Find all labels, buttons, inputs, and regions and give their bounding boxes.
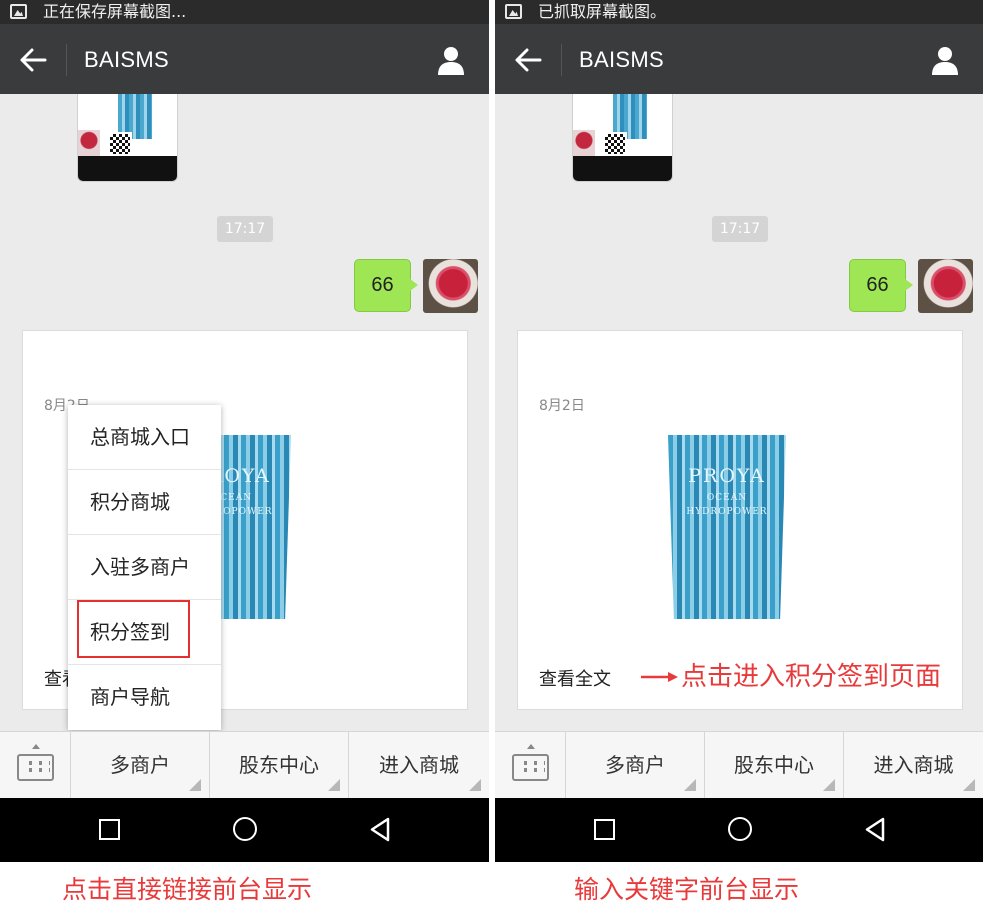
status-text: 已抓取屏幕截图。 — [538, 2, 667, 21]
keyboard-icon — [512, 754, 549, 781]
menu-button-label: 股东中心 — [239, 753, 319, 777]
submenu-corner-icon — [684, 779, 696, 791]
right-caption: 输入关键字前台显示 — [574, 875, 800, 904]
back-arrow-icon[interactable] — [18, 46, 48, 74]
right-phone-screen: 已抓取屏幕截图。 BAISMS 17:17 66 8月2日 PROYA OCEA… — [495, 0, 983, 862]
submenu-corner-icon — [823, 779, 835, 791]
thumbnail-black-band — [573, 156, 672, 181]
menu-button-shareholder-center[interactable]: 股东中心 — [705, 732, 844, 799]
sent-message-bubble[interactable]: 66 — [849, 259, 913, 312]
keyboard-arrow-icon — [527, 744, 535, 749]
thumbnail-black-band — [78, 156, 177, 181]
product-brand: PROYA — [688, 465, 766, 487]
left-caption: 点击直接链接前台显示 — [62, 875, 313, 904]
custom-menu-bar: 多商户 股东中心 进入商城 — [495, 731, 983, 799]
menu-button-shareholder-center[interactable]: 股东中心 — [210, 732, 349, 799]
menu-item-points-mall[interactable]: 积分商城 — [68, 470, 221, 535]
highlight-box — [77, 600, 190, 658]
menu-item-join-merchants[interactable]: 入驻多商户 — [68, 535, 221, 600]
keyboard-arrow-icon — [32, 744, 40, 749]
article-card[interactable]: 8月2日 PROYA OCEAN HYDROPOWER 查看全文 点击进入积分签… — [517, 330, 963, 710]
back-arrow-icon[interactable] — [513, 46, 543, 74]
menu-button-enter-mall[interactable]: 进入商城 — [349, 732, 489, 799]
nav-home-icon[interactable] — [728, 817, 752, 841]
keyboard-toggle[interactable] — [495, 732, 566, 799]
menu-button-enter-mall[interactable]: 进入商城 — [844, 732, 983, 799]
product-brand-sub: OCEAN HYDROPOWER — [686, 493, 768, 517]
submenu-corner-icon — [963, 779, 975, 791]
menu-button-label: 多商户 — [605, 753, 665, 777]
person-icon[interactable] — [929, 44, 961, 76]
android-nav-bar — [0, 798, 489, 862]
article-date: 8月2日 — [539, 398, 585, 414]
timestamp-badge: 17:17 — [712, 216, 768, 242]
submenu-corner-icon — [469, 779, 481, 791]
status-bar: 正在保存屏幕截图... — [0, 0, 489, 24]
title-bar: BAISMS — [0, 24, 489, 94]
menu-item-merchant-nav[interactable]: 商户导航 — [68, 665, 221, 730]
title-separator — [66, 44, 67, 76]
qr-code — [108, 132, 132, 156]
article-product-image — [668, 435, 786, 619]
title-separator — [561, 44, 562, 76]
keyboard-toggle[interactable] — [0, 732, 71, 799]
menu-button-label: 进入商城 — [379, 753, 459, 777]
menu-button-label: 多商户 — [110, 753, 170, 777]
avatar[interactable] — [918, 259, 973, 313]
shared-image-thumbnail[interactable] — [77, 94, 178, 182]
status-bar: 已抓取屏幕截图。 — [495, 0, 983, 24]
android-nav-bar — [495, 798, 983, 862]
image-icon — [10, 4, 27, 19]
status-text: 正在保存屏幕截图... — [43, 2, 187, 21]
nav-recent-icon[interactable] — [99, 819, 120, 840]
nav-home-icon[interactable] — [233, 817, 257, 841]
person-icon[interactable] — [435, 44, 467, 76]
menu-button-label: 进入商城 — [873, 753, 954, 777]
heart-photo — [78, 130, 100, 156]
submenu-corner-icon — [189, 779, 201, 791]
menu-item-main-mall[interactable]: 总商城入口 — [68, 405, 221, 470]
submenu-popup: 总商城入口 积分商城 入驻多商户 积分签到 商户导航 — [68, 405, 221, 730]
nav-back-icon[interactable] — [864, 817, 886, 842]
menu-button-multi-merchant[interactable]: 多商户 — [71, 732, 210, 799]
shared-image-thumbnail[interactable] — [572, 94, 673, 182]
nav-back-icon[interactable] — [369, 817, 391, 842]
submenu-corner-icon — [328, 779, 340, 791]
sent-message-bubble[interactable]: 66 — [354, 259, 418, 312]
annotation-arrow-icon — [641, 672, 678, 682]
avatar[interactable] — [423, 259, 478, 313]
menu-button-multi-merchant[interactable]: 多商户 — [566, 732, 705, 799]
left-phone-screen: 正在保存屏幕截图... BAISMS 17:17 66 8月2日 PROYA O… — [0, 0, 489, 862]
chat-title: BAISMS — [84, 47, 169, 72]
menu-item-points-signin[interactable]: 积分签到 — [68, 600, 221, 665]
nav-recent-icon[interactable] — [594, 819, 615, 840]
image-icon — [505, 4, 522, 19]
title-bar: BAISMS — [495, 24, 983, 94]
read-all-link[interactable]: 查看全文 — [539, 665, 611, 691]
keyboard-icon — [17, 754, 54, 781]
menu-button-label: 股东中心 — [734, 753, 814, 777]
timestamp-badge: 17:17 — [217, 216, 273, 242]
chat-title: BAISMS — [579, 47, 664, 72]
annotation-text: 点击进入积分签到页面 — [681, 662, 942, 692]
qr-code — [603, 132, 627, 156]
custom-menu-bar: 多商户 股东中心 进入商城 — [0, 731, 489, 799]
heart-photo — [573, 130, 595, 156]
